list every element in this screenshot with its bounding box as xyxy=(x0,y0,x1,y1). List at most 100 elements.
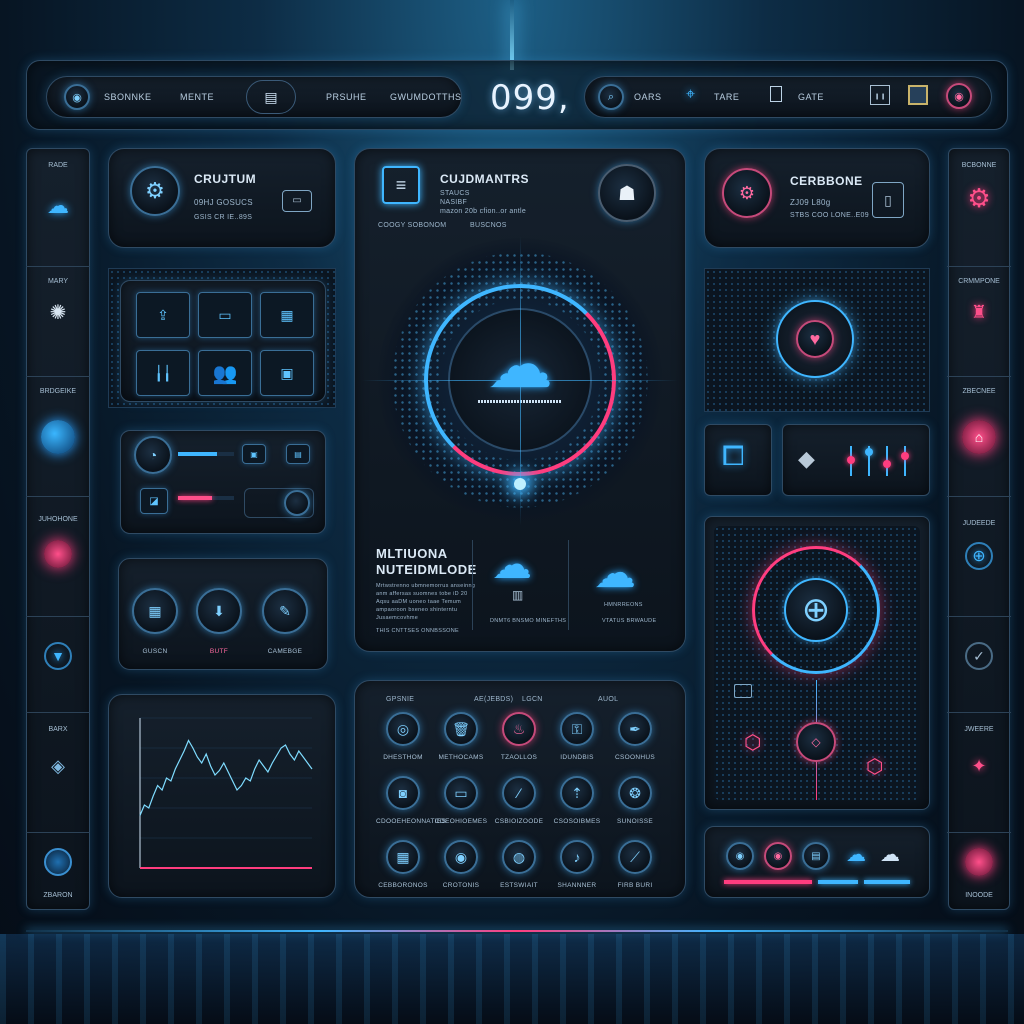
card-crujtum-title: CRUJTUM xyxy=(194,172,257,186)
gears-icon[interactable]: ⚙ xyxy=(130,166,180,216)
floor-reflection xyxy=(0,934,1024,1024)
gem-icon[interactable]: ◆ xyxy=(798,446,815,472)
server-icon[interactable]: ▤ xyxy=(246,80,296,114)
mic-icon[interactable]: ♪ xyxy=(560,840,594,874)
book-icon[interactable]: ▯ xyxy=(872,182,904,218)
pen-icon[interactable]: ✒ xyxy=(618,712,652,746)
camera-gear-icon[interactable]: ⚙ xyxy=(722,168,772,218)
cup-icon[interactable]: ♨ xyxy=(502,712,536,746)
card-cerbbone-title: CERBBONE xyxy=(790,174,863,188)
topbar-right-item-3[interactable]: GATE xyxy=(798,92,824,102)
document-icon[interactable] xyxy=(770,86,782,102)
brush-icon[interactable]: ⟋ xyxy=(618,840,652,874)
thumbnail-image[interactable]: ◪ xyxy=(140,488,168,514)
edit-icon[interactable]: ✎ xyxy=(262,588,308,634)
trash-icon[interactable]: 🗑 xyxy=(444,712,478,746)
icon-label: ESTSWIAIT xyxy=(500,882,538,889)
thumbnail-settings[interactable]: ▣ xyxy=(260,350,314,396)
target-icon[interactable]: ◎ xyxy=(386,712,420,746)
camera-icon[interactable]: ◙ xyxy=(386,776,420,810)
check-shield-icon[interactable]: ✓ xyxy=(965,642,993,670)
home-icon[interactable]: ⌂ xyxy=(962,420,996,454)
toggle-knob[interactable] xyxy=(284,490,310,516)
cloud-upload-icon[interactable]: ☁ xyxy=(846,842,866,867)
mushroom-icon[interactable]: ☗ xyxy=(598,164,656,222)
heart-icon[interactable]: ♥ xyxy=(796,320,834,358)
topbar-right-item-1[interactable]: OARS xyxy=(634,92,662,102)
cube-icon[interactable]: ◈ xyxy=(44,752,72,780)
timer-icon[interactable]: ◔ xyxy=(134,436,172,474)
globe-icon[interactable]: ⊕ xyxy=(965,542,993,570)
center-readout: 099, xyxy=(490,78,570,118)
play-icon[interactable]: ◉ xyxy=(726,842,754,870)
orb-icon[interactable] xyxy=(41,420,75,454)
image-icon[interactable] xyxy=(908,85,928,105)
icon-label: TZAOLLOS xyxy=(500,754,538,761)
thumbnail-upload[interactable]: ⇪ xyxy=(136,292,190,338)
slider-2[interactable] xyxy=(865,446,873,476)
thumbnail-window[interactable]: ▦ xyxy=(260,292,314,338)
grid-icon[interactable]: ▦ xyxy=(386,840,420,874)
cloud-right-caption-2: VTATUS BRWAUDE xyxy=(602,618,657,624)
topbar-item-2[interactable]: MENTE xyxy=(180,92,214,102)
eye-icon[interactable]: ◉ xyxy=(444,840,478,874)
floor-line xyxy=(26,930,1008,932)
wallet-icon[interactable]: ▭ xyxy=(444,776,478,810)
topbar-item-3[interactable]: PRSUHE xyxy=(326,92,367,102)
center-bottom-title-2: NUTEIDMLODE xyxy=(376,562,477,577)
slider-3[interactable] xyxy=(883,446,891,476)
card-cerbbone-line1: ZJ09 L80g xyxy=(790,198,831,207)
cloud-outline-small-icon[interactable]: ☁ xyxy=(880,842,900,867)
topbar-item-4[interactable]: GWUMDOTTHS xyxy=(390,92,462,102)
gear-icon[interactable]: ⚙ xyxy=(965,183,993,213)
icon-grid-header-2: AE(JEBDS) xyxy=(474,696,514,703)
wand-icon[interactable]: ⁄ xyxy=(502,776,536,810)
topbar-right-item-2[interactable]: TARE xyxy=(714,92,739,102)
key-icon[interactable]: ⚿ xyxy=(560,712,594,746)
left-sidebar-label-1: RADE xyxy=(48,162,68,169)
left-sidebar-label-3: BRDGEIKE xyxy=(39,388,77,395)
upload-icon[interactable]: ⇡ xyxy=(560,776,594,810)
gauge-icon[interactable] xyxy=(44,848,72,876)
chart-small-icon[interactable]: ▤ xyxy=(802,842,830,870)
image-thumb-icon[interactable] xyxy=(734,684,752,698)
stack-icon[interactable] xyxy=(44,540,72,568)
cloud-icon[interactable]: ☁ xyxy=(44,192,72,220)
robot-icon[interactable]: ♜ xyxy=(965,298,993,326)
chart-icon[interactable]: ╻╻ xyxy=(870,85,890,105)
thumbnail-bars[interactable]: ╽╽ xyxy=(136,350,190,396)
document-tile-icon[interactable]: ≡ xyxy=(382,166,420,204)
globe-icon[interactable]: ⊕ xyxy=(784,578,848,642)
eye-small-icon[interactable]: ◉ xyxy=(764,842,792,870)
bear-icon[interactable]: ❂ xyxy=(618,776,652,810)
slider-4[interactable] xyxy=(901,446,909,476)
cloud-outline-icon[interactable]: ☁ xyxy=(594,548,636,597)
slider-1[interactable] xyxy=(847,446,855,476)
left-sidebar-label-6: BARX xyxy=(48,726,68,733)
gamepad-icon[interactable]: ◍ xyxy=(502,840,536,874)
node-icon[interactable]: ◇ xyxy=(796,722,836,762)
eye-icon-button[interactable]: ◉ xyxy=(64,84,90,110)
power-icon[interactable] xyxy=(965,848,993,876)
power-button[interactable]: ◉ xyxy=(946,83,972,109)
edit-square-icon[interactable]: ⧠ xyxy=(722,440,744,473)
network-icon[interactable]: ✺ xyxy=(44,298,72,326)
calendar-icon[interactable]: ▦ xyxy=(132,588,178,634)
lock-icon[interactable]: ▭ xyxy=(282,190,312,212)
hex-icon-right: ⬡ xyxy=(866,756,884,778)
shield-icon[interactable]: ▼ xyxy=(44,642,72,670)
cloud-small-icon[interactable]: ☁ xyxy=(492,542,532,588)
search-icon[interactable]: ⌕ xyxy=(598,84,624,110)
thumbnail-doc[interactable]: ▤ xyxy=(286,444,310,464)
progress-bar-bottom-pink xyxy=(724,880,812,884)
card-cerbbone-line2: STBS COO lONE..E09 xyxy=(790,212,869,219)
location-pin-icon[interactable]: ⌖ xyxy=(686,86,695,104)
controls-label-3: CAMEBGE xyxy=(267,648,303,655)
center-card-sub5: BUSCNOS xyxy=(470,222,507,229)
crystal-icon[interactable]: ✦ xyxy=(965,752,993,780)
download-icon[interactable]: ⬇ xyxy=(196,588,242,634)
thumbnail-video[interactable]: ▣ xyxy=(242,444,266,464)
users-icon[interactable]: 👥 xyxy=(198,350,252,396)
topbar-item-1[interactable]: SBONNKE xyxy=(104,92,152,102)
thumbnail-monitor[interactable]: ▭ xyxy=(198,292,252,338)
